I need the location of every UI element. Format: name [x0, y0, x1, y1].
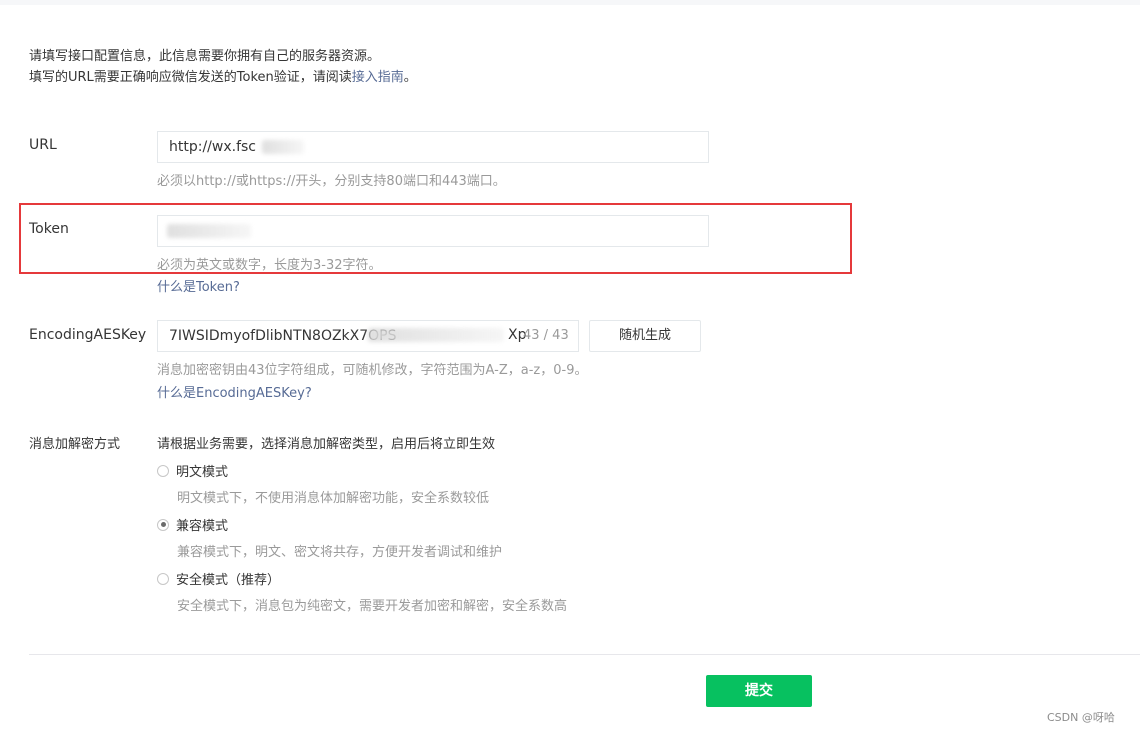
- encryption-label: 消息加解密方式: [29, 437, 121, 452]
- radio-circle-icon[interactable]: [157, 572, 169, 585]
- encryption-intro: 请根据业务需要，选择消息加解密类型，启用后将立即生效: [157, 437, 496, 452]
- url-input[interactable]: http://wx.fsc: [157, 131, 709, 163]
- watermark: CSDN @呀哈: [1047, 711, 1115, 724]
- submit-button[interactable]: 提交: [706, 675, 812, 707]
- radio-secure-mode[interactable]: 安全模式（推荐）: [157, 569, 280, 588]
- divider: [29, 654, 1140, 655]
- radio-plaintext-mode[interactable]: 明文模式: [157, 461, 228, 480]
- url-hint: 必须以http://或https://开头，分别支持80端口和443端口。: [157, 174, 506, 189]
- intro-line-2-prefix: 填写的URL需要正确响应微信发送的Token验证，请阅读: [29, 70, 352, 85]
- radio-plaintext-label: 明文模式: [176, 465, 229, 480]
- top-band: [0, 0, 1140, 5]
- intro-line-2: 填写的URL需要正确响应微信发送的Token验证，请阅读接入指南。: [29, 67, 417, 88]
- radio-circle-icon[interactable]: [157, 464, 169, 477]
- intro-line-2-suffix: 。: [403, 70, 417, 85]
- aes-input-value: 7IWSIDmyofDlibNTN8OZkX7OPS: [169, 328, 397, 344]
- radio-compatible-mode[interactable]: 兼容模式: [157, 515, 228, 534]
- random-generate-button[interactable]: 随机生成: [589, 320, 701, 352]
- url-input-value: http://wx.fsc: [169, 139, 256, 155]
- what-is-aes-link[interactable]: 什么是EncodingAESKey?: [157, 382, 312, 401]
- radio-checked-icon[interactable]: [157, 518, 169, 531]
- what-is-token-link[interactable]: 什么是Token?: [157, 276, 240, 295]
- url-label: URL: [29, 137, 57, 153]
- compatible-desc: 兼容模式下，明文、密文将共存，方便开发者调试和维护: [177, 545, 503, 560]
- highlight-box: [19, 203, 852, 274]
- aes-hint: 消息加密密钥由43位字符组成，可随机修改，字符范围为A-Z，a-z，0-9。: [157, 363, 588, 378]
- access-guide-link[interactable]: 接入指南: [352, 70, 404, 85]
- radio-secure-label: 安全模式（推荐）: [176, 573, 281, 588]
- aes-label: EncodingAESKey: [29, 327, 147, 343]
- intro-text: 请填写接口配置信息，此信息需要你拥有自己的服务器资源。 填写的URL需要正确响应…: [29, 46, 417, 88]
- aes-redaction: [368, 328, 504, 342]
- url-redaction: [262, 140, 304, 154]
- aes-char-counter: 43 / 43: [523, 328, 569, 343]
- secure-desc: 安全模式下，消息包为纯密文，需要开发者加密和解密，安全系数高: [177, 599, 568, 614]
- plaintext-desc: 明文模式下，不使用消息体加解密功能，安全系数较低: [177, 491, 490, 506]
- intro-line-1: 请填写接口配置信息，此信息需要你拥有自己的服务器资源。: [29, 49, 381, 64]
- radio-compatible-label: 兼容模式: [176, 519, 229, 534]
